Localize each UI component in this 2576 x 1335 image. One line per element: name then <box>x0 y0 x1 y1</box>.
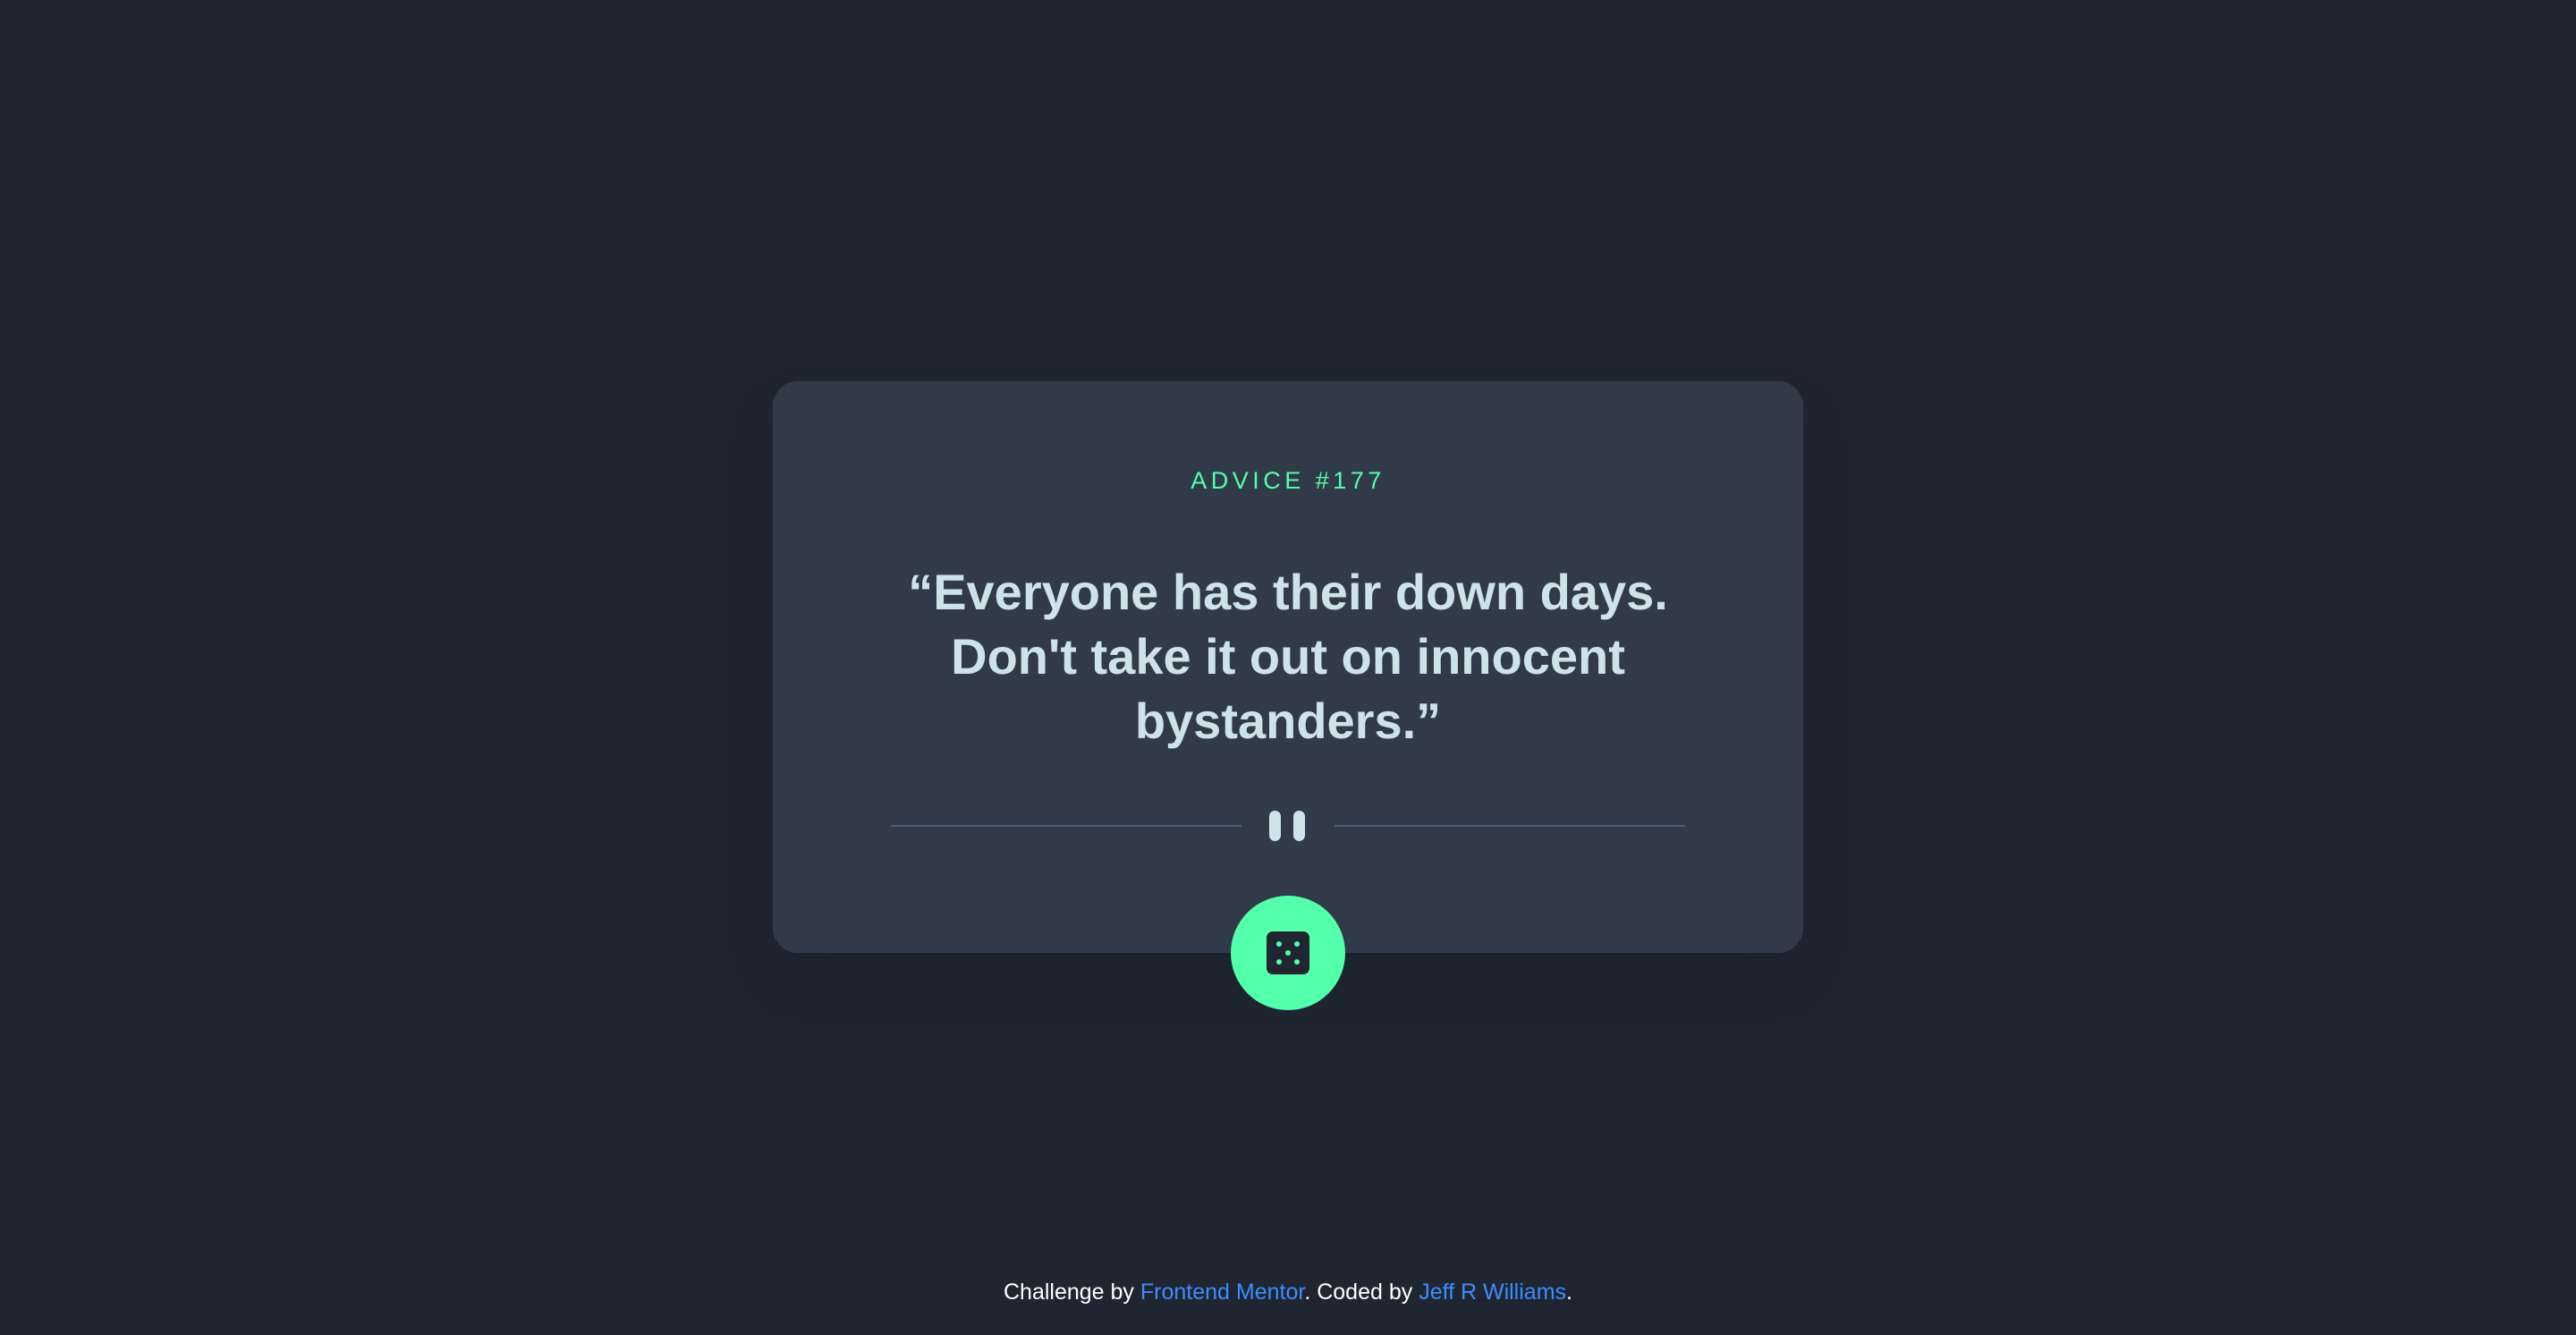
advice-id-label: ADVICE #177 <box>1191 467 1385 494</box>
attribution-footer: Challenge by Frontend Mentor. Coded by J… <box>0 1279 2576 1305</box>
pause-bar-left <box>1269 811 1281 841</box>
footer-middle: . Coded by <box>1304 1280 1419 1305</box>
divider-line-right <box>1335 825 1685 827</box>
pause-bar-right <box>1293 811 1305 841</box>
dice-icon <box>1267 931 1309 974</box>
advice-quote: “Everyone has their down days. Don't tak… <box>908 564 1668 749</box>
author-link[interactable]: Jeff R Williams <box>1419 1280 1566 1305</box>
footer-prefix: Challenge by <box>1004 1280 1140 1305</box>
pause-divider-icon <box>1267 811 1306 841</box>
advice-card: ADVICE #177 “Everyone has their down day… <box>773 381 1803 953</box>
footer-suffix: . <box>1566 1280 1572 1305</box>
frontend-mentor-link[interactable]: Frontend Mentor <box>1140 1280 1304 1305</box>
generate-advice-button[interactable] <box>1231 896 1345 1010</box>
divider <box>891 811 1685 841</box>
divider-line-left <box>891 825 1241 827</box>
